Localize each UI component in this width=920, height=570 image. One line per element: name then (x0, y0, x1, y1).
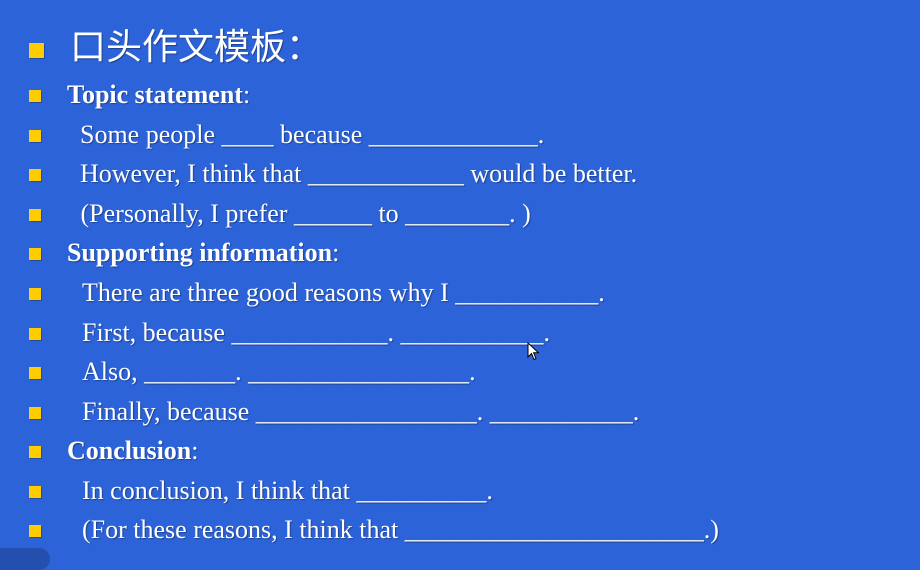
heading-colon: : (242, 80, 251, 109)
heading-label: Supporting information (67, 238, 333, 267)
section-heading-topic: Topic statement: (67, 80, 250, 110)
bullet-icon (29, 209, 41, 221)
slide-title: 口头作文模板： (70, 27, 323, 68)
bullet-icon (29, 169, 41, 181)
template-line: Finally, because _________________. ____… (82, 397, 640, 426)
bullet-icon (29, 90, 41, 102)
bullet-icon (29, 288, 41, 300)
bullet-icon (29, 248, 41, 260)
heading-label: Conclusion (67, 436, 192, 465)
section-heading-supporting: Supporting information: (67, 238, 339, 268)
mouse-cursor-icon (527, 342, 540, 361)
heading-colon: : (332, 238, 340, 267)
heading-label: Topic statement (67, 80, 243, 109)
template-line: (Personally, I prefer ______ to ________… (74, 199, 531, 228)
template-line: (For these reasons, I think that _______… (82, 515, 719, 544)
template-line: First, because ____________. ___________… (82, 318, 550, 347)
bullet-icon (29, 446, 41, 458)
template-line: However, I think that ____________ would… (67, 159, 638, 188)
bullet-icon (29, 486, 41, 498)
template-line: Also, _______. _________________. (82, 357, 476, 386)
section-heading-conclusion: Conclusion: (67, 436, 199, 466)
slide: 口头作文模板： Topic statement: Some people ___… (0, 0, 920, 570)
bullet-icon (29, 130, 41, 142)
bullet-icon (29, 367, 41, 379)
bullet-icon (29, 328, 41, 340)
bullet-icon (29, 525, 41, 537)
bullet-icon (29, 407, 41, 419)
heading-colon: : (191, 436, 199, 465)
template-line: Some people ____ because _____________. (67, 120, 545, 149)
template-line: In conclusion, I think that __________. (82, 476, 493, 505)
title-bullet-icon (29, 43, 44, 58)
template-line: There are three good reasons why I _____… (82, 278, 605, 307)
corner-decoration (0, 548, 50, 570)
